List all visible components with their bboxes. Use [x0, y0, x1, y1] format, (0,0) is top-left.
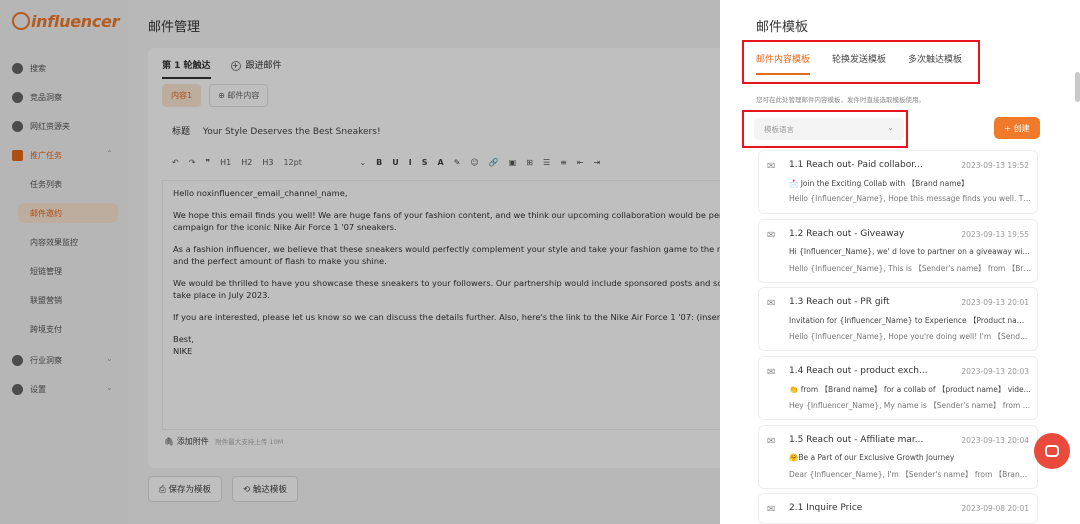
- drawer-title: 邮件模板: [756, 20, 809, 35]
- drawer-scrollbar[interactable]: [1075, 72, 1080, 102]
- template-subject: 👏 from 【Brand name】 for a collab of 【pro…: [789, 385, 1031, 394]
- template-preview: Hello {Influencer_Name}, Hope this messa…: [789, 194, 1031, 203]
- template-date: 2023-09-13 20:01: [961, 298, 1029, 307]
- template-preview: Hello {Influencer_Name}, This is 【Sender…: [789, 264, 1031, 273]
- template-name: 1.5 Reach out - Affiliate mar...: [789, 435, 924, 445]
- template-card[interactable]: ✉ 1.4 Reach out - product exch... 2023-0…: [758, 356, 1038, 420]
- template-name: 2.1 Inquire Price: [789, 503, 863, 513]
- drawer-description: 您可在此处管理邮件内容模板，发件时直接选取模板使用。: [756, 96, 925, 104]
- template-name: 1.2 Reach out - Giveaway: [789, 229, 905, 239]
- template-card[interactable]: ✉ 1.2 Reach out - Giveaway 2023-09-13 19…: [758, 219, 1038, 283]
- highlight-box-tabs: [742, 40, 980, 84]
- template-preview: Dear {Influencer_Name}, I'm 【Sender's na…: [789, 470, 1031, 479]
- chat-support-button[interactable]: [1034, 433, 1070, 469]
- template-subject: 📩 Join the Exciting Collab with 【Brand n…: [789, 179, 969, 188]
- template-name: 1.3 Reach out - PR gift: [789, 297, 890, 307]
- mail-icon: ✉: [767, 504, 776, 515]
- template-date: 2023-09-13 20:03: [961, 367, 1029, 376]
- template-subject: 🤗Be a Part of our Exclusive Growth Journ…: [789, 453, 955, 462]
- template-date: 2023-09-13 20:04: [961, 436, 1029, 445]
- template-card[interactable]: ✉ 1.3 Reach out - PR gift 2023-09-13 20:…: [758, 287, 1038, 351]
- template-subject: Invitation for {Influencer_Name} to Expe…: [789, 316, 1031, 325]
- highlight-box-language: [742, 110, 908, 148]
- mail-icon: ✉: [767, 161, 776, 172]
- mail-icon: ✉: [767, 230, 776, 241]
- chat-icon: [1045, 445, 1059, 457]
- template-card[interactable]: ✉ 2.1 Inquire Price 2023-09-08 20:01: [758, 493, 1038, 524]
- mail-icon: ✉: [767, 436, 776, 447]
- template-card[interactable]: ✉ 1.1 Reach out- Paid collabor... 2023-0…: [758, 150, 1038, 214]
- template-name: 1.1 Reach out- Paid collabor...: [789, 160, 923, 170]
- template-date: 2023-09-13 19:52: [961, 161, 1029, 170]
- template-date: 2023-09-08 20:01: [961, 504, 1029, 513]
- template-name: 1.4 Reach out - product exch...: [789, 366, 928, 376]
- template-date: 2023-09-13 19:55: [961, 230, 1029, 239]
- template-card[interactable]: ✉ 1.5 Reach out - Affiliate mar... 2023-…: [758, 425, 1038, 489]
- mail-icon: ✉: [767, 298, 776, 309]
- mail-icon: ✉: [767, 367, 776, 378]
- template-preview: Hey {Influencer_Name}, My name is 【Sende…: [789, 401, 1031, 410]
- modal-overlay[interactable]: [0, 0, 720, 524]
- create-template-button[interactable]: + 创建: [994, 117, 1040, 139]
- template-subject: Hi {Influencer_Name}, we' d love to part…: [789, 247, 1031, 256]
- template-preview: Hello {Influencer_Name}, Hope you're doi…: [789, 332, 1031, 341]
